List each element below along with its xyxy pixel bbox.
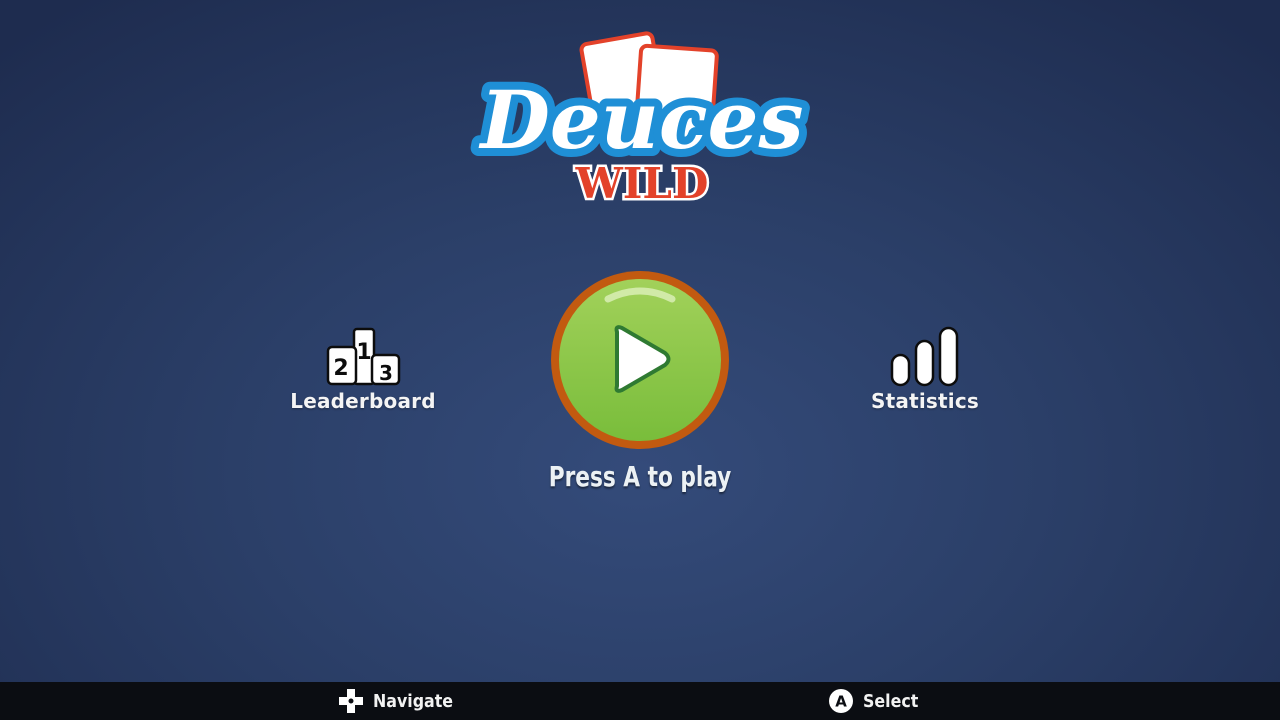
podium-first: 1 [356, 340, 371, 365]
game-logo: Deuces Deuces WILD [470, 30, 815, 210]
podium-second: 2 [333, 356, 348, 381]
logo-artwork: Deuces Deuces WILD [470, 31, 812, 210]
select-label: Select [863, 690, 919, 712]
navigate-hint: Navigate [338, 682, 464, 720]
play-prompt: Press A to play [548, 460, 732, 493]
podium-third: 3 [379, 361, 393, 385]
navigate-label: Navigate [373, 690, 454, 712]
button-hint-bar: Navigate A Select [0, 682, 1280, 720]
statistics-label: Statistics [871, 389, 979, 413]
dpad-icon [339, 689, 363, 713]
leaderboard-button[interactable]: 1 2 3 Leaderboard [263, 325, 463, 413]
bar-chart-icon [890, 326, 959, 387]
logo-title-fill: Deuces [478, 73, 803, 167]
play-icon [551, 271, 729, 449]
leaderboard-label: Leaderboard [290, 389, 436, 413]
podium-icon: 1 2 3 [326, 327, 401, 386]
a-button-letter: A [835, 693, 847, 711]
statistics-button[interactable]: Statistics [825, 325, 1025, 413]
select-hint: A Select [828, 682, 926, 720]
logo-subtitle: WILD [575, 159, 709, 208]
play-button[interactable] [551, 271, 729, 449]
a-button-icon: A [829, 689, 853, 713]
